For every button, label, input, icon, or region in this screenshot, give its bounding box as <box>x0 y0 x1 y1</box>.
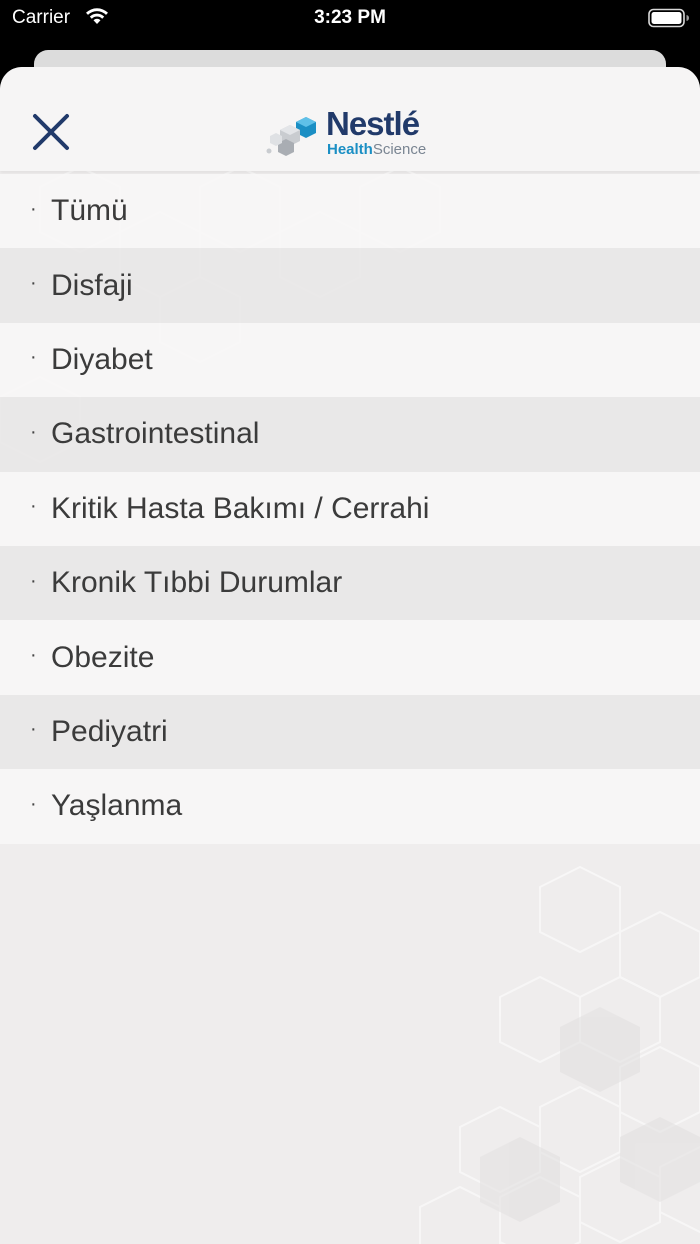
close-icon <box>33 114 69 150</box>
bullet: · <box>30 495 37 518</box>
bullet: · <box>30 644 37 667</box>
filter-sheet: Nestlé HealthScience · Tümü · Disfaji · … <box>0 67 700 1244</box>
menu-item-gastrointestinal[interactable]: · Gastrointestinal <box>0 397 700 472</box>
menu-item-label: Obezite <box>51 640 155 674</box>
menu-item-tumu[interactable]: · Tümü <box>0 174 700 249</box>
logo-subtitle-science: Science <box>372 141 427 158</box>
menu-item-label: Disfaji <box>51 268 133 302</box>
category-menu: · Tümü · Disfaji · Diyabet · Gastrointes… <box>0 174 700 844</box>
logo-cubes-icon <box>266 117 316 156</box>
logo-brand-text: Nestlé <box>326 105 420 142</box>
menu-item-label: Yaşlanma <box>51 789 183 823</box>
menu-item-pediyatri[interactable]: · Pediyatri <box>0 694 700 770</box>
menu-item-label: Kronik Tıbbi Durumlar <box>51 566 343 600</box>
bullet: · <box>30 272 37 295</box>
menu-item-label: Pediyatri <box>51 714 168 748</box>
menu-item-kritik-hasta-bakimi[interactable]: · Kritik Hasta Bakımı / Cerrahi <box>0 471 700 546</box>
menu-item-disfaji[interactable]: · Disfaji <box>0 248 700 323</box>
status-time: 3:23 PM <box>314 7 386 28</box>
menu-item-label: Tümü <box>51 194 128 228</box>
bullet: · <box>30 569 37 592</box>
menu-item-yaslanma[interactable]: · Yaşlanma <box>0 769 700 844</box>
status-bar: Carrier 3:23 PM <box>0 0 700 36</box>
menu-item-label: Kritik Hasta Bakımı / Cerrahi <box>51 491 430 525</box>
menu-item-label: Gastrointestinal <box>51 417 260 451</box>
close-button[interactable] <box>26 109 76 155</box>
bullet: · <box>30 792 37 815</box>
bullet: · <box>30 346 37 369</box>
menu-item-obezite[interactable]: · Obezite <box>0 620 700 695</box>
bullet: · <box>30 197 37 220</box>
menu-item-diyabet[interactable]: · Diyabet <box>0 322 700 398</box>
nestle-health-science-logo: Nestlé HealthScience <box>266 105 436 161</box>
bullet: · <box>30 718 37 741</box>
menu-item-label: Diyabet <box>51 342 153 376</box>
battery-icon <box>648 8 689 28</box>
logo-subtitle: HealthScience <box>327 141 426 158</box>
bullet: · <box>30 420 37 443</box>
sheet-header: Nestlé HealthScience <box>0 67 700 171</box>
logo-subtitle-health: Health <box>327 141 373 158</box>
menu-item-kronik-tibbi-durumlar[interactable]: · Kronik Tıbbi Durumlar <box>0 545 700 621</box>
